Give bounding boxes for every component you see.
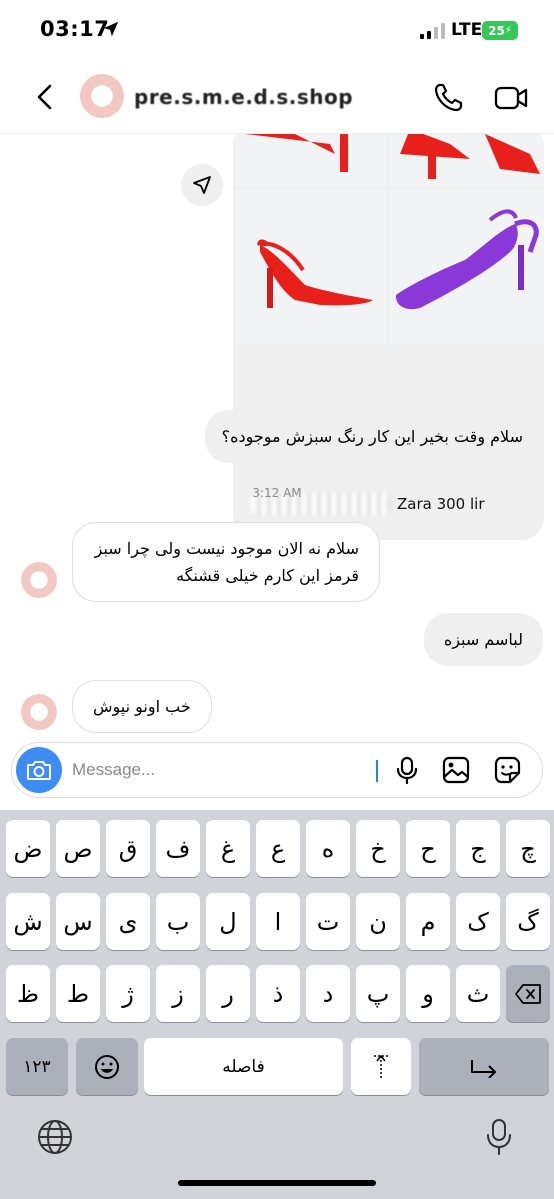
- key[interactable]: ا: [256, 893, 300, 950]
- key[interactable]: ح: [406, 820, 450, 877]
- space-key[interactable]: فاصله: [144, 1038, 343, 1095]
- numbers-key[interactable]: ۱۲۳: [6, 1038, 68, 1095]
- gallery-icon[interactable]: [441, 755, 471, 785]
- key[interactable]: خ: [356, 820, 400, 877]
- key[interactable]: ک: [456, 893, 500, 950]
- video-call-icon[interactable]: [494, 82, 528, 114]
- message-bubble-incoming[interactable]: خب اونو نپوش: [72, 680, 212, 733]
- zwnj-key[interactable]: [351, 1038, 411, 1095]
- key[interactable]: ف: [156, 820, 200, 877]
- key[interactable]: ق: [106, 820, 150, 877]
- delete-key[interactable]: [506, 965, 550, 1022]
- key[interactable]: ض: [6, 820, 50, 877]
- sticker-icon[interactable]: [492, 755, 522, 785]
- avatar[interactable]: [21, 694, 57, 730]
- camera-button[interactable]: [16, 747, 62, 793]
- home-indicator: [178, 1180, 376, 1186]
- product-image: [390, 190, 544, 344]
- microphone-icon[interactable]: [392, 755, 422, 785]
- message-list: Zara 300 lir سلام وقت بخیر این کار رنگ س…: [0, 134, 554, 744]
- key[interactable]: چ: [506, 820, 550, 877]
- message-timestamp: 3:12 AM: [252, 486, 302, 500]
- key[interactable]: ظ: [6, 965, 50, 1022]
- key[interactable]: و: [406, 965, 450, 1022]
- key[interactable]: س: [56, 893, 100, 950]
- key[interactable]: گ: [506, 893, 550, 950]
- camera-icon: [27, 761, 51, 780]
- keyboard: ض ص ق ف غ ع ه خ ح ج چ ش س ی ب ل ا ت ن م …: [0, 810, 554, 1199]
- key[interactable]: ش: [6, 893, 50, 950]
- key[interactable]: ی: [106, 893, 150, 950]
- contact-name[interactable]: pre.s.m.e.d.s.shop: [134, 85, 353, 109]
- key[interactable]: غ: [206, 820, 250, 877]
- key[interactable]: ز: [156, 965, 200, 1022]
- emoji-key[interactable]: [76, 1038, 138, 1095]
- avatar[interactable]: [21, 562, 57, 598]
- key[interactable]: ذ: [256, 965, 300, 1022]
- chat-header: pre.s.m.e.d.s.shop: [0, 60, 554, 134]
- message-bubble-outgoing[interactable]: سلام وقت بخیر این کار رنگ سبزش موجوده؟: [205, 410, 543, 463]
- signal-icon: [420, 23, 445, 39]
- status-time: 03:17: [40, 17, 110, 41]
- return-key[interactable]: [419, 1038, 549, 1095]
- back-chevron-icon[interactable]: [30, 82, 60, 112]
- key[interactable]: ج: [456, 820, 500, 877]
- emoji-icon: [95, 1054, 119, 1079]
- key[interactable]: د: [306, 965, 350, 1022]
- globe-icon[interactable]: [36, 1118, 74, 1156]
- key[interactable]: ر: [206, 965, 250, 1022]
- key[interactable]: ل: [206, 893, 250, 950]
- key[interactable]: ژ: [106, 965, 150, 1022]
- key[interactable]: ن: [356, 893, 400, 950]
- avatar[interactable]: [80, 74, 124, 118]
- key[interactable]: ع: [256, 820, 300, 877]
- key[interactable]: ت: [306, 893, 350, 950]
- shared-post-card[interactable]: Zara 300 lir: [233, 134, 544, 540]
- status-bar: 03:17 LTE 25 ⚡: [0, 0, 554, 60]
- key[interactable]: ث: [456, 965, 500, 1022]
- message-bubble-outgoing[interactable]: لباسم سبزه: [423, 613, 543, 666]
- backspace-icon: [515, 983, 541, 1004]
- product-image: [235, 134, 386, 186]
- return-icon: [471, 1059, 496, 1078]
- share-button[interactable]: [181, 164, 223, 206]
- zwnj-icon: [374, 1054, 388, 1078]
- dictation-microphone-icon[interactable]: [484, 1118, 514, 1156]
- message-bubble-incoming[interactable]: سلام نه الان موجود نیست ولی چرا سبز قرمز…: [72, 522, 380, 602]
- battery-icon: 25 ⚡: [482, 21, 518, 40]
- text-cursor: [376, 760, 378, 782]
- phone-call-icon[interactable]: [432, 82, 464, 114]
- network-label: LTE: [451, 20, 483, 40]
- key[interactable]: پ: [356, 965, 400, 1022]
- key[interactable]: ص: [56, 820, 100, 877]
- send-icon: [193, 176, 211, 194]
- key[interactable]: م: [406, 893, 450, 950]
- key[interactable]: ب: [156, 893, 200, 950]
- product-image: [235, 190, 386, 344]
- product-image: [390, 134, 544, 186]
- message-composer: [11, 742, 543, 798]
- battery-level: 25: [488, 23, 505, 38]
- message-input[interactable]: [72, 755, 372, 785]
- key[interactable]: ط: [56, 965, 100, 1022]
- location-arrow-icon: [103, 21, 119, 37]
- key[interactable]: ه: [306, 820, 350, 877]
